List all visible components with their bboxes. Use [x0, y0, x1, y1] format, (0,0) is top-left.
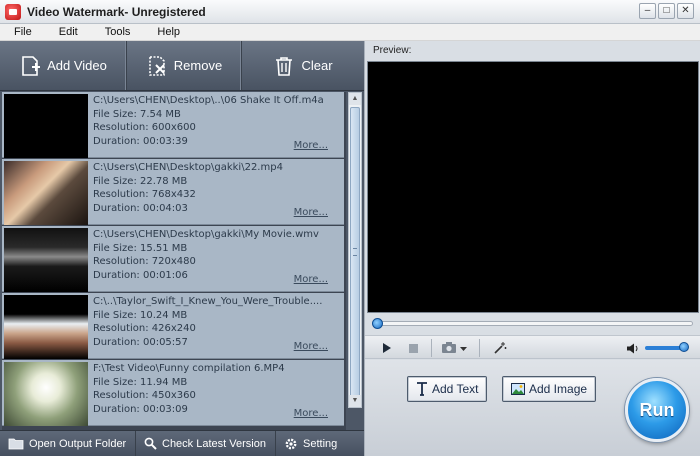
video-thumbnail	[4, 295, 88, 359]
volume-knob[interactable]	[679, 342, 689, 352]
scroll-up-icon[interactable]: ▲	[349, 93, 361, 105]
file-path: C:\Users\CHEN\Desktop\..\06 Shake It Off…	[93, 95, 324, 106]
video-thumbnail	[4, 362, 88, 426]
file-path: C:\..\Taylor_Swift_I_Knew_You_Were_Troub…	[93, 296, 323, 307]
grip-icon	[353, 248, 357, 256]
more-link[interactable]: More...	[294, 207, 328, 218]
remove-file-icon	[148, 55, 165, 76]
list-scrollbar[interactable]: ▲ ▼	[348, 92, 362, 408]
clear-button[interactable]: Clear	[242, 41, 364, 90]
divider	[479, 339, 480, 357]
image-icon	[511, 383, 525, 395]
add-text-label: Add Text	[432, 382, 479, 396]
window-controls: – □ ✕	[639, 3, 694, 19]
title-bar: Video Watermark- Unregistered – □ ✕	[0, 0, 700, 24]
menu-bar: File Edit Tools Help	[0, 24, 700, 41]
list-item[interactable]: C:\Users\CHEN\Desktop\..\06 Shake It Off…	[2, 92, 344, 158]
menu-help[interactable]: Help	[143, 26, 193, 38]
file-path: F:\Test Video\Funny compilation 6.MP4	[93, 363, 285, 374]
scroll-thumb[interactable]	[350, 107, 360, 405]
file-resolution: Resolution: 450x360	[93, 390, 196, 401]
stop-button[interactable]	[409, 340, 418, 356]
gear-icon	[285, 438, 297, 449]
action-area: Add Text Add Image Run	[365, 360, 700, 456]
menu-tools[interactable]: Tools	[91, 26, 144, 38]
maximize-button[interactable]: □	[658, 3, 675, 19]
remove-button[interactable]: Remove	[127, 41, 242, 90]
file-resolution: Resolution: 426x240	[93, 323, 196, 334]
add-image-label: Add Image	[529, 382, 588, 396]
video-thumbnail	[4, 228, 88, 292]
setting-label: Setting	[303, 437, 338, 450]
play-icon	[383, 343, 391, 353]
playback-progress[interactable]	[375, 321, 693, 326]
video-list: C:\Users\CHEN\Desktop\..\06 Shake It Off…	[2, 92, 346, 456]
add-video-label: Add Video	[47, 58, 107, 73]
list-item[interactable]: C:\Users\CHEN\Desktop\gakki\My Movie.wmv…	[2, 226, 344, 292]
file-panel: Add Video Remove Clear C:\Users\CHEN\Des…	[0, 41, 364, 456]
check-version-label: Check Latest Version	[162, 437, 266, 450]
video-thumbnail	[4, 161, 88, 225]
setting-button[interactable]: Setting	[276, 431, 362, 456]
add-text-button[interactable]: Add Text	[407, 376, 488, 402]
progress-knob[interactable]	[372, 318, 383, 329]
folder-icon	[8, 438, 24, 450]
more-link[interactable]: More...	[294, 408, 328, 419]
video-thumbnail	[4, 94, 88, 158]
preview-screen[interactable]	[367, 61, 699, 313]
remove-label: Remove	[173, 58, 223, 73]
add-image-button[interactable]: Add Image	[502, 376, 597, 402]
magic-wand-icon	[494, 342, 507, 354]
menu-file[interactable]: File	[0, 26, 45, 38]
player-controls	[365, 335, 700, 359]
menu-edit[interactable]: Edit	[45, 26, 91, 38]
search-icon	[144, 437, 157, 450]
close-button[interactable]: ✕	[677, 3, 694, 19]
divider	[431, 339, 432, 357]
app-logo-icon	[5, 3, 21, 20]
effects-button[interactable]	[493, 340, 507, 356]
file-resolution: Resolution: 768x432	[93, 189, 196, 200]
camera-icon	[442, 342, 467, 353]
more-link[interactable]: More...	[294, 140, 328, 151]
open-output-folder-button[interactable]: Open Output Folder	[0, 430, 136, 456]
trash-icon	[276, 56, 293, 76]
file-resolution: Resolution: 600x600	[93, 122, 196, 133]
run-button[interactable]: Run	[625, 378, 689, 442]
file-size: File Size: 7.54 MB	[93, 108, 181, 120]
minimize-button[interactable]: –	[639, 3, 656, 19]
more-link[interactable]: More...	[294, 274, 328, 285]
snapshot-button[interactable]	[442, 340, 468, 356]
bottom-bar: Open Output Folder Check Latest Version …	[0, 430, 364, 456]
file-size: File Size: 15.51 MB	[93, 242, 188, 254]
volume-slider[interactable]	[645, 346, 683, 350]
text-icon	[417, 382, 427, 396]
stop-icon	[409, 343, 418, 353]
file-path: C:\Users\CHEN\Desktop\gakki\22.mp4	[93, 162, 283, 173]
clear-label: Clear	[301, 58, 333, 73]
add-file-icon	[22, 55, 41, 76]
list-item[interactable]: C:\..\Taylor_Swift_I_Knew_You_Were_Troub…	[2, 293, 344, 359]
speaker-icon	[627, 343, 638, 353]
preview-panel: Preview: Add Text Add Image Run	[364, 41, 700, 456]
scroll-down-icon[interactable]: ▼	[349, 395, 361, 407]
file-toolbar: Add Video Remove Clear	[0, 41, 364, 91]
open-output-label: Open Output Folder	[29, 437, 127, 450]
file-size: File Size: 22.78 MB	[93, 175, 188, 187]
list-item[interactable]: C:\Users\CHEN\Desktop\gakki\22.mp4 File …	[2, 159, 344, 225]
more-link[interactable]: More...	[294, 341, 328, 352]
volume-button[interactable]	[627, 340, 639, 356]
play-button[interactable]	[382, 340, 391, 356]
check-latest-version-button[interactable]: Check Latest Version	[136, 430, 276, 456]
file-path: C:\Users\CHEN\Desktop\gakki\My Movie.wmv	[93, 229, 319, 240]
window-title: Video Watermark- Unregistered	[27, 4, 206, 19]
add-video-button[interactable]: Add Video	[0, 41, 127, 90]
file-size: File Size: 10.24 MB	[93, 309, 188, 321]
preview-label: Preview:	[373, 45, 412, 56]
file-size: File Size: 11.94 MB	[93, 376, 188, 388]
file-resolution: Resolution: 720x480	[93, 256, 196, 267]
list-item[interactable]: F:\Test Video\Funny compilation 6.MP4 Fi…	[2, 360, 344, 426]
